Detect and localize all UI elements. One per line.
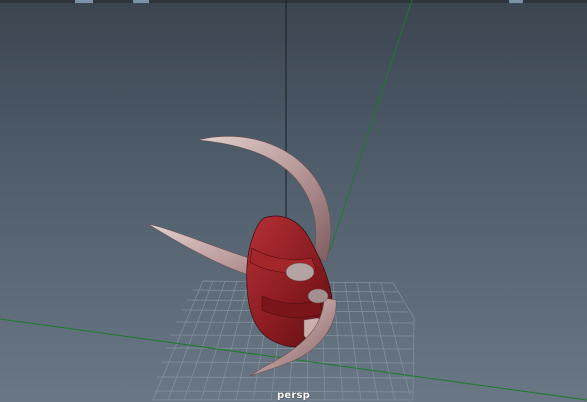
maya-perspective-viewport[interactable]: persp: [0, 0, 587, 402]
oni-mask-model[interactable]: [147, 136, 337, 377]
z-axis-line: [329, 0, 413, 251]
scene-canvas[interactable]: [0, 0, 587, 402]
camera-name-label: persp: [277, 390, 310, 401]
horn-base: [307, 288, 329, 304]
horn-base: [285, 262, 315, 282]
